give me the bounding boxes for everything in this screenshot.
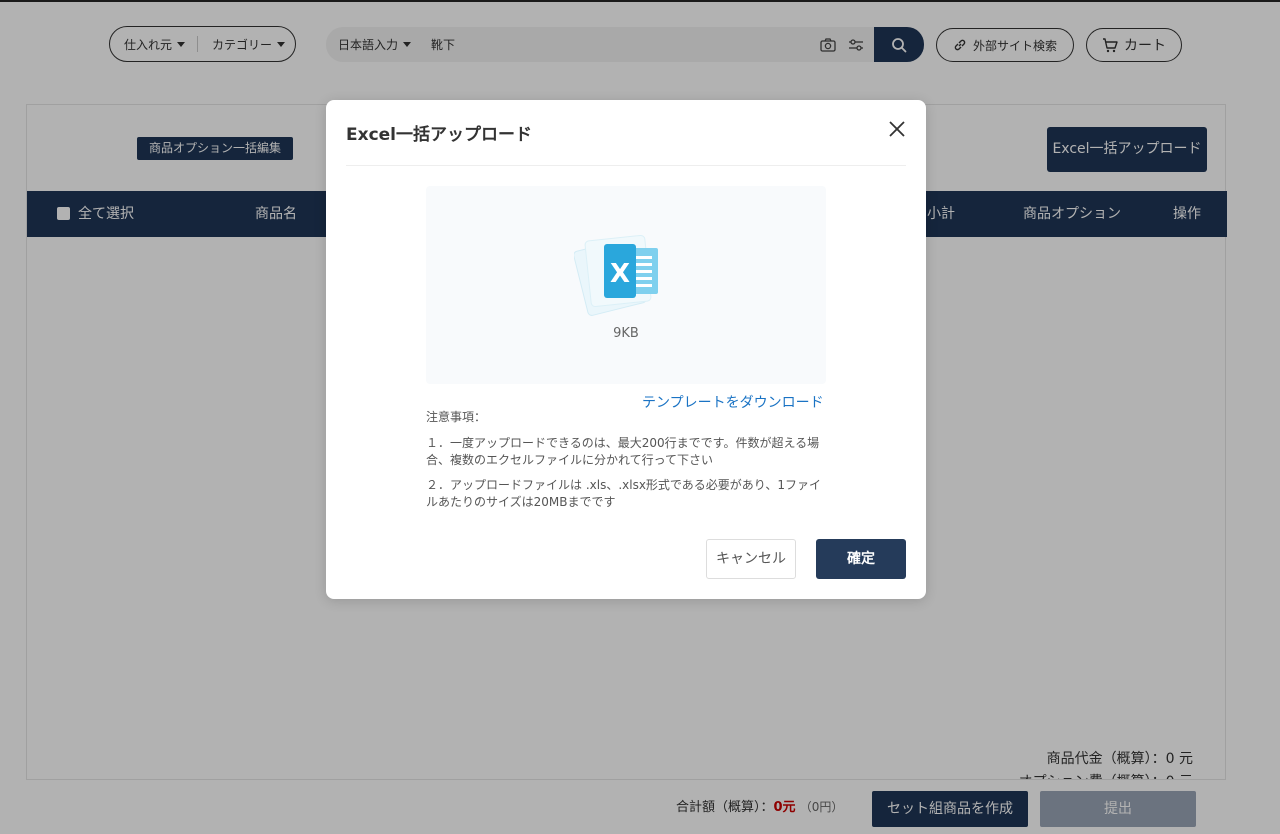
window-top-border <box>0 0 1280 2</box>
file-drop-area[interactable]: X 9KB <box>426 186 826 384</box>
close-button[interactable] <box>886 118 908 140</box>
dialog-title: Excel一括アップロード <box>346 125 533 145</box>
close-icon <box>889 121 905 137</box>
confirm-button[interactable]: 確定 <box>816 539 906 579</box>
excel-file-icon: X <box>573 230 674 320</box>
dialog-divider <box>346 165 906 166</box>
note-item: ２．アップロードファイルは .xls、.xlsx形式である必要があり、1ファイル… <box>426 478 821 509</box>
excel-upload-dialog: Excel一括アップロード X 9KB テンプレートをダウンロード 注意事項： … <box>326 100 926 599</box>
notes-section: 注意事項： １．一度アップロードできるのは、最大200行までです。件数が超える場… <box>426 409 826 519</box>
file-size: 9KB <box>613 326 639 341</box>
notes-heading: 注意事項： <box>426 410 487 424</box>
note-item: １．一度アップロードできるのは、最大200行までです。件数が超える場合、複数のエ… <box>426 436 820 467</box>
cancel-button[interactable]: キャンセル <box>706 539 796 579</box>
svg-text:X: X <box>610 259 630 289</box>
